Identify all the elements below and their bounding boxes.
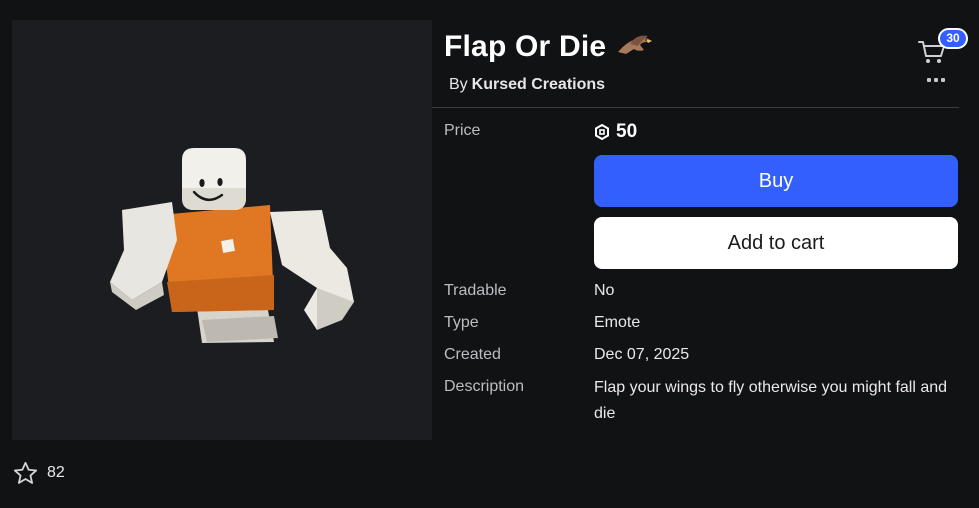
price-amount: 50 <box>616 121 638 142</box>
type-label: Type <box>444 314 479 331</box>
type-value: Emote <box>594 314 641 331</box>
buy-button[interactable]: Buy <box>594 155 958 207</box>
avatar-emote-thumbnail <box>110 148 354 343</box>
favorite-count: 82 <box>47 464 65 481</box>
star-icon[interactable] <box>12 460 39 487</box>
creator-link[interactable]: Kursed Creations <box>472 76 605 93</box>
robux-icon <box>595 124 609 140</box>
more-dot <box>934 78 938 82</box>
header-divider <box>432 107 959 108</box>
tradable-label: Tradable <box>444 282 507 299</box>
item-preview[interactable] <box>12 20 432 440</box>
add-to-cart-button[interactable]: Add to cart <box>594 217 958 269</box>
description-label: Description <box>444 378 525 395</box>
creator-line: By Kursed Creations <box>449 76 605 94</box>
tradable-value: No <box>594 282 615 299</box>
more-dot <box>941 78 945 82</box>
item-details-page: 82 Flap Or Die By Kursed Creations 30 Pri… <box>0 0 979 508</box>
more-dot <box>927 78 931 82</box>
title-row: Flap Or Die <box>444 30 654 64</box>
created-value: Dec 07, 2025 <box>594 346 690 363</box>
favorite-control[interactable]: 82 <box>12 458 65 488</box>
cart-count-badge: 30 <box>938 28 968 49</box>
eagle-emoji-icon <box>618 35 653 54</box>
description-value: Flap your wings to fly otherwise you mig… <box>594 379 948 422</box>
price-value: 50 <box>594 121 637 143</box>
creator-prefix: By <box>449 76 468 93</box>
price-label: Price <box>444 122 481 139</box>
more-options-button[interactable] <box>924 71 948 89</box>
created-label: Created <box>444 346 501 363</box>
item-title: Flap Or Die <box>444 30 607 63</box>
